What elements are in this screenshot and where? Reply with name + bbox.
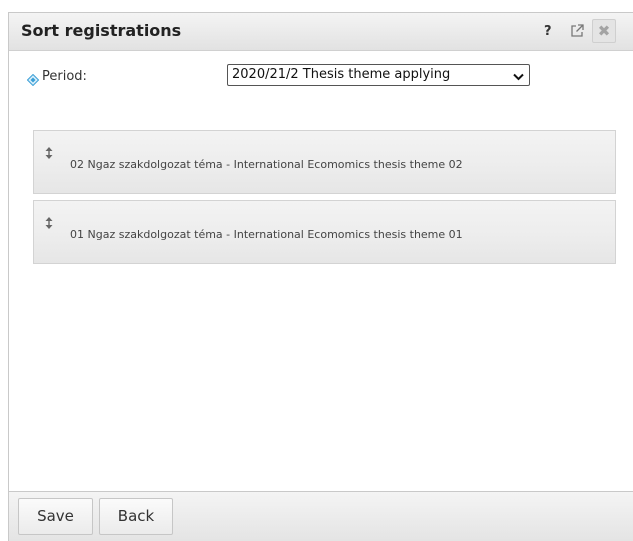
dialog-footer: Save Back [9,491,633,541]
sort-registrations-dialog: Sort registrations ? ✖ Period: 2020/21/2… [8,12,633,541]
popout-icon[interactable] [569,23,585,39]
back-button[interactable]: Back [99,498,173,535]
list-item-label: 01 Ngaz szakdolgozat téma - Internationa… [70,228,463,241]
dialog-title: Sort registrations [21,21,182,40]
chevron-down-icon [513,70,524,81]
diamond-icon [26,71,40,87]
period-select-value: 2020/21/2 Thesis theme applying [232,67,451,82]
dialog-titlebar: Sort registrations ? ✖ [9,13,633,51]
period-select[interactable]: 2020/21/2 Thesis theme applying [227,64,530,86]
period-label: Period: [42,69,87,84]
drag-handle-icon[interactable] [45,144,53,159]
list-item[interactable]: 02 Ngaz szakdolgozat téma - Internationa… [33,130,616,194]
sortable-list: 02 Ngaz szakdolgozat téma - Internationa… [33,130,616,270]
help-button[interactable]: ? [544,24,552,39]
drag-handle-icon[interactable] [45,214,53,229]
save-button[interactable]: Save [18,498,93,535]
list-item-label: 02 Ngaz szakdolgozat téma - Internationa… [70,158,463,171]
list-item[interactable]: 01 Ngaz szakdolgozat téma - Internationa… [33,200,616,264]
close-icon[interactable]: ✖ [592,19,616,43]
